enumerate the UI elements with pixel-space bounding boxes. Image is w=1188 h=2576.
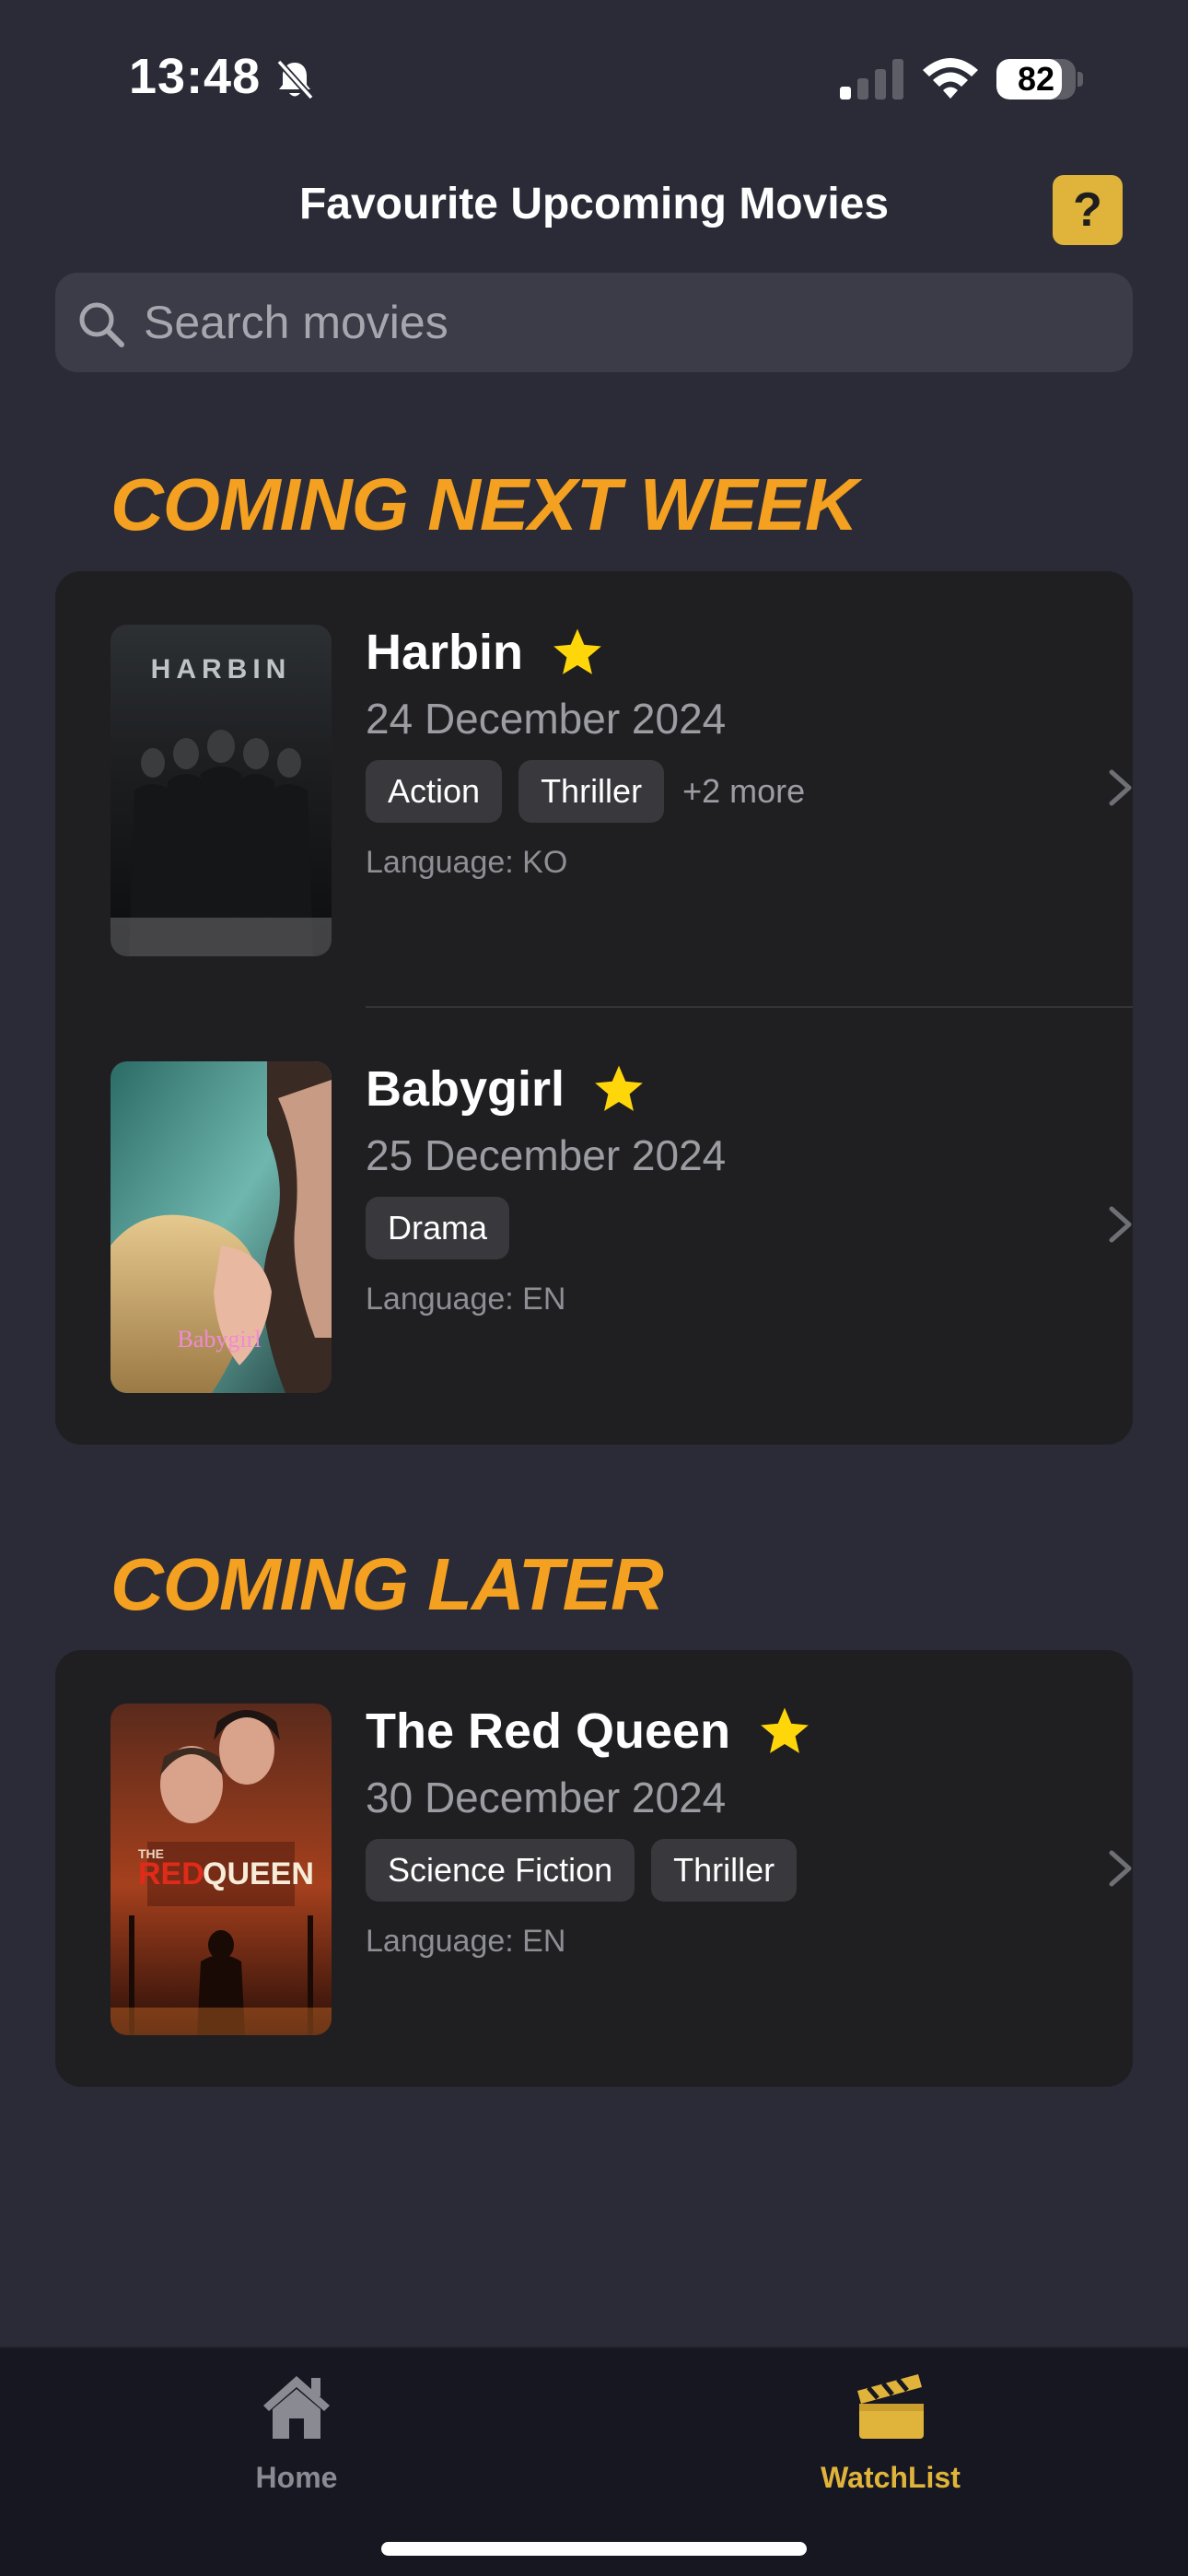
help-button[interactable]: ? <box>1053 175 1123 245</box>
genre-list: Science Fiction Thriller <box>366 1839 1010 1902</box>
watchlist-screen: 13:48 82 Favourite Upcoming Movies ? Sea… <box>0 0 1188 2576</box>
poster-red-queen-red: RED <box>138 1856 204 1891</box>
poster-red-queen: THE RED QUEEN <box>111 1704 332 2035</box>
search-icon <box>79 302 124 347</box>
movie-info-babygirl: Babygirl 25 December 2024 Drama Language… <box>366 1059 1010 1317</box>
chevron-right-icon <box>1109 769 1132 806</box>
house-icon <box>263 2376 330 2439</box>
poster-harbin-title: HARBIN <box>151 654 292 685</box>
movie-release-date: 25 December 2024 <box>366 1131 727 1179</box>
movie-title: Harbin <box>366 625 524 680</box>
poster-harbin: HARBIN <box>111 625 332 956</box>
poster-red-queen-queen: QUEEN <box>203 1856 314 1891</box>
tab-home[interactable]: Home <box>186 2367 407 2496</box>
bell-slash-icon <box>276 59 314 100</box>
search-bar[interactable] <box>55 273 1133 372</box>
tab-home-label: Home <box>255 2461 338 2494</box>
cellular-signal-icon <box>840 59 903 100</box>
genre-chip: Thriller <box>518 760 665 823</box>
page-title: Favourite Upcoming Movies <box>298 180 890 228</box>
home-indicator <box>381 2542 807 2556</box>
movie-title: Babygirl <box>366 1061 565 1117</box>
movie-card-next-week: HARBIN Harbin 24 December 2024 Action Th… <box>55 571 1133 1445</box>
movie-language: Language: EN <box>366 1924 566 1959</box>
tab-watchlist-label: WatchList <box>821 2461 961 2494</box>
movie-row-babygirl[interactable]: Babygirl Babygirl 25 December 2024 Drama… <box>55 1008 1133 1443</box>
clapperboard-icon <box>857 2374 924 2439</box>
movie-language: Language: EN <box>366 1282 566 1317</box>
movie-title: The Red Queen <box>366 1704 731 1759</box>
more-genres-label: +2 more <box>682 772 806 810</box>
movie-card-later: THE RED QUEEN The Red Queen 30 December … <box>55 1650 1133 2087</box>
genre-list: Drama <box>366 1197 1010 1259</box>
movie-info-harbin: Harbin 24 December 2024 Action Thriller … <box>366 622 1010 881</box>
genre-chip: Action <box>366 760 503 823</box>
search-input[interactable] <box>144 273 1101 372</box>
chevron-right-icon <box>1109 1206 1132 1243</box>
star-icon[interactable] <box>551 626 604 679</box>
section-title-later: COMING LATER <box>111 1543 664 1625</box>
tab-watchlist[interactable]: WatchList <box>780 2367 1001 2496</box>
star-icon[interactable] <box>758 1704 811 1758</box>
status-bar: 13:48 82 <box>0 0 1188 157</box>
movie-info-red-queen: The Red Queen 30 December 2024 Science F… <box>366 1701 1010 1960</box>
poster-babygirl-title: Babygirl <box>178 1326 262 1352</box>
movie-row-harbin[interactable]: HARBIN Harbin 24 December 2024 Action Th… <box>55 571 1133 1006</box>
movie-language: Language: KO <box>366 845 568 880</box>
movie-release-date: 30 December 2024 <box>366 1774 727 1821</box>
poster-babygirl: Babygirl <box>111 1061 332 1393</box>
section-title-next-week: COMING NEXT WEEK <box>111 463 858 545</box>
battery-percent: 82 <box>1017 60 1055 98</box>
status-time: 13:48 <box>129 49 262 104</box>
chevron-right-icon <box>1109 1850 1132 1887</box>
movie-row-red-queen[interactable]: THE RED QUEEN The Red Queen 30 December … <box>55 1650 1133 2085</box>
movie-release-date: 24 December 2024 <box>366 695 727 743</box>
genre-chip: Thriller <box>651 1839 798 1902</box>
battery-icon: 82 <box>996 59 1083 100</box>
wifi-icon <box>923 58 978 99</box>
genre-chip: Drama <box>366 1197 510 1259</box>
genre-list: Action Thriller +2 more <box>366 760 1010 823</box>
genre-chip: Science Fiction <box>366 1839 635 1902</box>
star-icon[interactable] <box>592 1062 646 1116</box>
